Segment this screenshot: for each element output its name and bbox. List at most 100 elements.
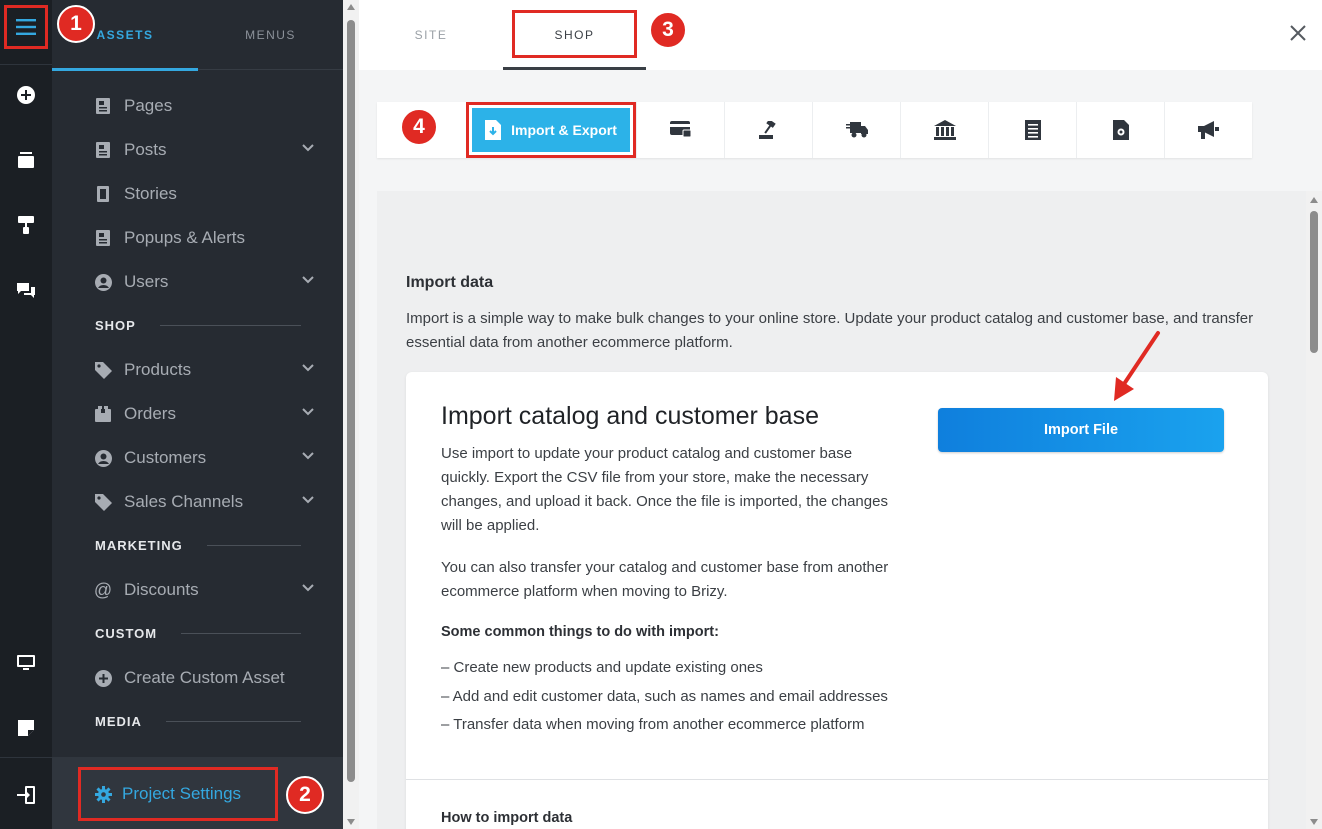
chevron-down-icon[interactable] (302, 276, 314, 284)
section-divider (181, 632, 301, 634)
sidebar-item-label: Create Custom Asset (124, 668, 285, 687)
scroll-up-arrow-icon[interactable] (1310, 197, 1318, 203)
toolbar-invoices[interactable] (988, 102, 1076, 158)
megaphone-icon (1197, 121, 1219, 139)
sidebar-item-label: Popups & Alerts (124, 228, 245, 247)
section-title: Import data (406, 274, 494, 291)
sidebar-item-label: Users (124, 272, 169, 291)
chevron-down-icon[interactable] (302, 144, 314, 152)
monitor-icon (17, 655, 35, 670)
sidebar-item-create-custom-asset[interactable]: Create Custom Asset (94, 663, 314, 693)
section-header-media: MEDIA (95, 711, 301, 731)
step-badge-2: 2 (286, 776, 324, 814)
chevron-down-icon[interactable] (302, 584, 314, 592)
import-file-button[interactable]: Import File (938, 408, 1224, 452)
scroll-down-arrow-icon[interactable] (347, 819, 355, 825)
import-tips-list: – Create new products and update existin… (441, 654, 941, 740)
exit-button[interactable] (0, 780, 52, 810)
step-badge-4: 4 (400, 108, 438, 146)
layers-icon (18, 152, 34, 168)
scroll-up-arrow-icon[interactable] (347, 4, 355, 10)
sidebar-item-posts[interactable]: Posts (94, 135, 314, 165)
list-item: – Create new products and update existin… (441, 659, 763, 676)
how-to-heading: How to import data (441, 810, 573, 826)
file-gear-icon (1112, 120, 1129, 140)
section-divider (206, 544, 301, 546)
hamburger-menu-button[interactable] (4, 5, 48, 49)
chevron-down-icon[interactable] (302, 496, 314, 504)
toolbar-taxes[interactable] (724, 102, 812, 158)
section-divider (159, 324, 301, 326)
plus-circle-icon (94, 669, 112, 687)
rail-divider (0, 757, 52, 758)
user-circle-icon (94, 273, 112, 291)
import-export-label: Import & Export (511, 122, 617, 138)
sidebar-item-popups[interactable]: Popups & Alerts (94, 223, 314, 253)
shop-settings-panel: Import & Export Import data Import is a … (359, 70, 1322, 829)
sidebar-item-label: Sales Channels (124, 492, 244, 511)
toolbar-payments[interactable] (636, 102, 724, 158)
card-description-2: You can also transfer your catalog and c… (441, 559, 889, 600)
scrollbar-thumb[interactable] (1310, 211, 1318, 353)
toolbar-import-export[interactable]: Import & Export (466, 102, 636, 158)
scrollbar-thumb[interactable] (347, 20, 355, 782)
blocks-button[interactable] (0, 145, 52, 175)
sidebar-item-stories[interactable]: Stories (94, 179, 314, 209)
section-label: MEDIA (95, 713, 142, 729)
assets-sidebar: ASSETS MENUS Pages Posts Stories Popups … (52, 0, 343, 829)
exit-icon (17, 786, 35, 804)
divider (406, 779, 1268, 780)
list-heading: Some common things to do with import: (441, 624, 719, 640)
scroll-down-arrow-icon[interactable] (1310, 819, 1318, 825)
comments-button[interactable] (0, 275, 52, 305)
toolbar-shipping[interactable] (812, 102, 900, 158)
gear-icon (95, 785, 112, 803)
sidebar-item-products[interactable]: Products (94, 355, 314, 385)
styles-button[interactable] (0, 210, 52, 240)
user-circle-icon (94, 449, 112, 467)
content-scrollbar[interactable] (1306, 191, 1322, 829)
receipt-icon (1024, 120, 1041, 140)
import-export-tab[interactable]: Import & Export (472, 108, 630, 152)
tab-site[interactable]: SITE (389, 0, 473, 70)
chevron-down-icon[interactable] (302, 452, 314, 460)
tab-menus[interactable]: MENUS (198, 0, 343, 70)
paint-roller-icon (18, 216, 34, 234)
section-header-marketing: MARKETING (95, 535, 301, 555)
shop-settings-toolbar: Import & Export (377, 102, 1252, 158)
sidebar-item-sales-channels[interactable]: Sales Channels (94, 487, 314, 517)
sidebar-scrollbar[interactable] (343, 0, 359, 829)
sidebar-item-label: Products (124, 360, 192, 379)
box-icon (94, 405, 112, 423)
sidebar-item-customers[interactable]: Customers (94, 443, 314, 473)
close-icon[interactable] (1289, 24, 1307, 42)
sidebar-item-pages[interactable]: Pages (94, 91, 314, 121)
sidebar-item-users[interactable]: Users (94, 267, 314, 297)
card-title: Import catalog and customer base (441, 402, 819, 430)
step-badge-3: 3 (649, 11, 687, 49)
toolbar-file-settings[interactable] (1076, 102, 1164, 158)
sidebar-item-label: Orders (124, 404, 176, 423)
at-sign-icon: @ (93, 579, 113, 600)
icon-rail (0, 0, 52, 829)
project-settings-button[interactable]: Project Settings (78, 767, 278, 821)
sidebar-item-label: Pages (124, 96, 173, 115)
list-item: – Add and edit customer data, such as na… (441, 687, 888, 705)
sidebar-item-orders[interactable]: Orders (94, 399, 314, 429)
page-icon (94, 141, 112, 159)
card-description: Use import to update your product catalo… (441, 445, 888, 534)
add-element-button[interactable] (0, 80, 52, 110)
chevron-down-icon[interactable] (302, 408, 314, 416)
sidebar-item-label: Stories (124, 184, 177, 203)
sidebar-item-label: Posts (124, 140, 167, 159)
notes-button[interactable] (0, 713, 52, 743)
chevron-down-icon[interactable] (302, 364, 314, 372)
sidebar-item-discounts[interactable]: @ Discounts (94, 575, 314, 605)
toolbar-marketing[interactable] (1164, 102, 1252, 158)
gavel-icon (758, 121, 776, 139)
section-label: SHOP (95, 317, 136, 333)
preview-button[interactable] (0, 648, 52, 678)
toolbar-banking[interactable] (900, 102, 988, 158)
section-divider (165, 720, 301, 722)
note-icon (18, 720, 34, 736)
